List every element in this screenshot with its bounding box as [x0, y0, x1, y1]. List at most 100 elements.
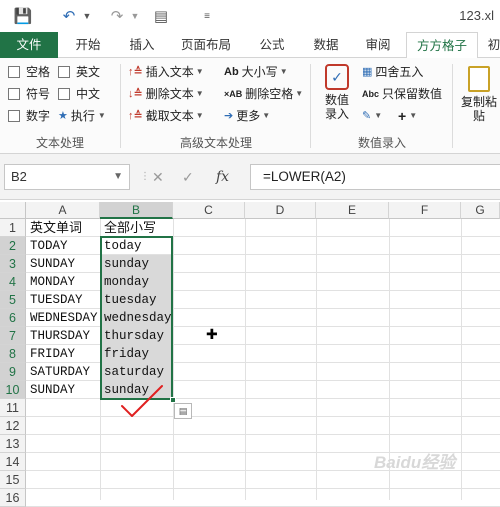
execute-icon: ★	[58, 110, 68, 122]
tab-data[interactable]: 数据	[302, 32, 350, 58]
tab-review[interactable]: 审阅	[356, 32, 400, 58]
row-header-6[interactable]: 6	[0, 309, 26, 327]
row-header-5[interactable]: 5	[0, 291, 26, 309]
cell-a9[interactable]: SATURDAY	[26, 363, 100, 381]
keep-value-button[interactable]: Abc 只保留数值	[362, 84, 442, 104]
cell-a7[interactable]: THURSDAY	[26, 327, 100, 345]
name-box[interactable]: B2 ▼	[4, 164, 130, 190]
chevron-down-icon[interactable]: ▼	[80, 5, 94, 27]
undo-icon[interactable]: ↶	[58, 5, 80, 27]
checkbox-number[interactable]: 数字	[8, 106, 50, 126]
chevron-down-icon[interactable]: ▼	[128, 5, 142, 27]
checkbox-icon	[8, 110, 20, 122]
row-header-1[interactable]: 1	[0, 219, 26, 237]
value-input-button[interactable]: ✓ 数值录入	[316, 62, 358, 132]
cell-b1[interactable]: 全部小写	[100, 219, 173, 237]
row-header-2[interactable]: 2	[0, 237, 26, 255]
tab-home[interactable]: 开始	[64, 32, 112, 58]
plus-button[interactable]: + ▼	[398, 106, 417, 126]
cell-a2[interactable]: TODAY	[26, 237, 100, 255]
cell-b4[interactable]: monday	[100, 273, 173, 291]
checkbox-chinese[interactable]: 中文	[58, 84, 100, 104]
cell-b9[interactable]: saturday	[100, 363, 173, 381]
custom-icon[interactable]: ▤	[150, 5, 172, 27]
cell-b6[interactable]: wednesday	[100, 309, 173, 327]
tab-insert[interactable]: 插入	[118, 32, 166, 58]
delete-text-button[interactable]: ↓≙ 删除文本 ▼	[128, 84, 204, 104]
extract-text-button[interactable]: ↑≙ 截取文本 ▼	[128, 106, 204, 126]
checkbox-space[interactable]: 空格	[8, 62, 50, 82]
row-header-14[interactable]: 14	[0, 453, 26, 471]
column-gridline	[173, 219, 174, 500]
column-header-a[interactable]: A	[26, 202, 100, 219]
copy-paste-button[interactable]: 复制粘贴	[458, 62, 500, 132]
cell-b8[interactable]: friday	[100, 345, 173, 363]
row-header-3[interactable]: 3	[0, 255, 26, 273]
cancel-icon[interactable]: ✕	[152, 164, 164, 190]
tab-page-layout[interactable]: 页面布局	[172, 32, 240, 58]
row-header-7[interactable]: 7	[0, 327, 26, 345]
row-gridline	[26, 416, 500, 417]
tab-formulas[interactable]: 公式	[248, 32, 296, 58]
ribbon-tabs: 文件 开始 插入 页面布局 公式 数据 审阅 方方格子 初	[0, 32, 500, 59]
checkbox-symbol[interactable]: 符号	[8, 84, 50, 104]
row-header-12[interactable]: 12	[0, 417, 26, 435]
cell-a1[interactable]: 英文单词	[26, 219, 100, 237]
chevron-down-icon: ▼	[195, 111, 204, 120]
cell-b5[interactable]: tuesday	[100, 291, 173, 309]
extract-text-icon: ↑≙	[128, 110, 143, 122]
insert-text-button[interactable]: ↑≙ 插入文本 ▼	[128, 62, 204, 82]
row-header-10[interactable]: 10	[0, 381, 26, 399]
redo-icon[interactable]: ↷	[106, 5, 128, 27]
checkbox-icon	[58, 88, 70, 100]
enter-icon[interactable]: ✓	[182, 164, 194, 190]
row-header-13[interactable]: 13	[0, 435, 26, 453]
cell-b3[interactable]: sunday	[100, 255, 173, 273]
column-header-b[interactable]: B	[100, 202, 173, 219]
row-header-8[interactable]: 8	[0, 345, 26, 363]
row-header-11[interactable]: 11	[0, 399, 26, 417]
row-header-15[interactable]: 15	[0, 471, 26, 489]
cell-a8[interactable]: FRIDAY	[26, 345, 100, 363]
column-header-e[interactable]: E	[316, 202, 389, 219]
column-header-c[interactable]: C	[173, 202, 245, 219]
select-all-corner[interactable]	[0, 202, 26, 219]
tab-more[interactable]: 初	[484, 32, 500, 58]
column-gridline	[461, 219, 462, 500]
cell-a6[interactable]: WEDNESDAY	[26, 309, 100, 327]
ribbon-separator	[452, 64, 453, 148]
row-header-16[interactable]: 16	[0, 489, 26, 507]
chevron-down-icon: ▼	[195, 89, 204, 98]
tab-fangfanggezi[interactable]: 方方格子	[406, 32, 478, 59]
tab-file[interactable]: 文件	[0, 32, 58, 58]
cell-a4[interactable]: MONDAY	[26, 273, 100, 291]
cell-a3[interactable]: SUNDAY	[26, 255, 100, 273]
save-icon[interactable]: 💾	[12, 5, 34, 27]
group-label-advanced-text: 高级文本处理	[179, 136, 252, 150]
more-button[interactable]: ➔ 更多 ▼	[224, 106, 270, 126]
checkbox-english[interactable]: 英文	[58, 62, 100, 82]
cell-a10[interactable]: SUNDAY	[26, 381, 100, 399]
cell-b7[interactable]: thursday	[100, 327, 173, 345]
chevron-down-icon[interactable]: ▼	[113, 165, 123, 189]
execute-button[interactable]: ★ 执行 ▼	[58, 106, 106, 126]
checkbox-icon	[58, 66, 70, 78]
column-header-f[interactable]: F	[389, 202, 461, 219]
round-button[interactable]: ▦ 四舍五入	[362, 62, 423, 82]
chevron-down-icon: ▼	[374, 111, 383, 120]
delete-space-button[interactable]: ×AB 删除空格 ▼	[224, 84, 303, 104]
case-button[interactable]: Ab 大小写 ▼	[224, 62, 288, 82]
row-header-9[interactable]: 9	[0, 363, 26, 381]
window-filename: 123.xl	[459, 8, 494, 23]
edit-button[interactable]: ✎ ▼	[362, 106, 382, 126]
column-header-g[interactable]: G	[461, 202, 500, 219]
checkbox-icon	[8, 88, 20, 100]
customize-toolbar-icon[interactable]: ≡	[200, 5, 214, 27]
column-header-d[interactable]: D	[245, 202, 316, 219]
insert-function-button[interactable]: fx	[216, 164, 229, 190]
row-gridline	[26, 434, 500, 435]
formula-input[interactable]: =LOWER(A2)	[250, 164, 500, 190]
row-header-4[interactable]: 4	[0, 273, 26, 291]
cell-b2[interactable]: today	[100, 237, 173, 255]
cell-a5[interactable]: TUESDAY	[26, 291, 100, 309]
